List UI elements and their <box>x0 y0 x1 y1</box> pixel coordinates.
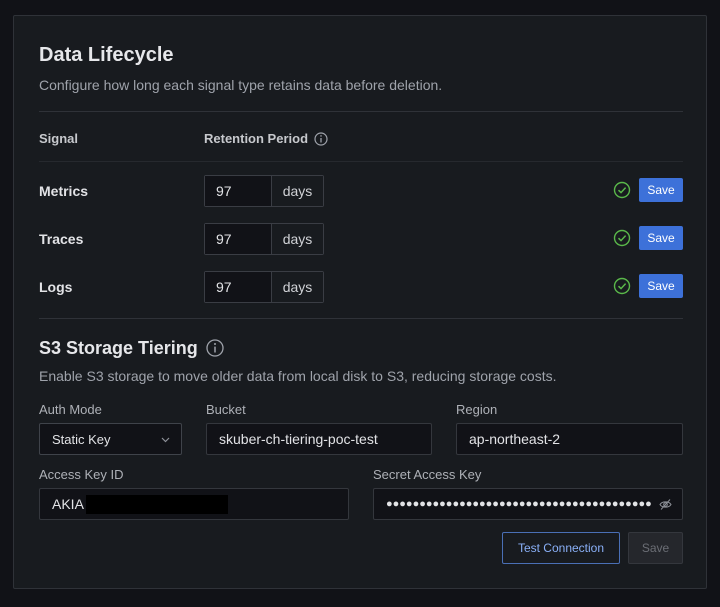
column-header-retention: Retention Period <box>204 131 309 146</box>
save-button-metrics[interactable]: Save <box>639 178 683 202</box>
page-title: Data Lifecycle <box>39 44 174 66</box>
row-label-traces: Traces <box>39 231 84 247</box>
secret-key-masked: ●●●●●●●●●●●●●●●●●●●●●●●●●●●●●●●●●●●●●●●● <box>386 498 652 510</box>
eye-slash-icon[interactable] <box>659 498 672 511</box>
retention-input-group-metrics: days <box>204 175 324 207</box>
secret-key-label: Secret Access Key <box>373 467 482 482</box>
unit-label: days <box>272 176 323 206</box>
s3-save-button[interactable]: Save <box>628 532 683 564</box>
chevron-down-icon <box>161 437 170 443</box>
s3-section-title: S3 Storage Tiering <box>39 338 198 358</box>
divider <box>39 161 683 162</box>
auth-mode-value: Static Key <box>52 431 111 447</box>
check-circle-icon <box>613 277 631 295</box>
info-icon[interactable] <box>206 339 224 357</box>
divider <box>39 318 683 319</box>
retention-input-traces[interactable] <box>205 224 272 254</box>
bucket-input[interactable]: skuber-ch-tiering-poc-test <box>206 423 432 455</box>
access-key-value: AKIA <box>52 496 84 512</box>
auth-mode-label: Auth Mode <box>39 402 102 417</box>
unit-label: days <box>272 224 323 254</box>
column-header-signal: Signal <box>39 131 79 146</box>
save-button-traces[interactable]: Save <box>639 226 683 250</box>
check-circle-icon <box>613 229 631 247</box>
access-key-label: Access Key ID <box>39 467 124 482</box>
save-button-logs[interactable]: Save <box>639 274 683 298</box>
divider <box>39 111 683 112</box>
retention-input-metrics[interactable] <box>205 176 272 206</box>
bucket-value: skuber-ch-tiering-poc-test <box>219 431 378 447</box>
check-circle-icon <box>613 181 631 199</box>
test-connection-button[interactable]: Test Connection <box>502 532 620 564</box>
auth-mode-select[interactable]: Static Key <box>39 423 182 455</box>
redacted-block <box>85 494 228 514</box>
data-lifecycle-panel: Data Lifecycle Configure how long each s… <box>13 15 707 589</box>
secret-key-input[interactable]: ●●●●●●●●●●●●●●●●●●●●●●●●●●●●●●●●●●●●●●●● <box>373 488 683 520</box>
row-label-metrics: Metrics <box>39 183 89 199</box>
unit-label: days <box>272 272 323 302</box>
retention-input-logs[interactable] <box>205 272 272 302</box>
bucket-label: Bucket <box>206 402 246 417</box>
retention-input-group-logs: days <box>204 271 324 303</box>
info-icon[interactable] <box>314 132 328 146</box>
row-label-logs: Logs <box>39 279 73 295</box>
region-input[interactable]: ap-northeast-2 <box>456 423 683 455</box>
access-key-input[interactable]: AKIA <box>39 488 349 520</box>
retention-input-group-traces: days <box>204 223 324 255</box>
page-subtitle: Configure how long each signal type reta… <box>39 77 443 93</box>
region-value: ap-northeast-2 <box>469 431 561 447</box>
region-label: Region <box>456 402 498 417</box>
s3-section-description: Enable S3 storage to move older data fro… <box>39 368 557 384</box>
